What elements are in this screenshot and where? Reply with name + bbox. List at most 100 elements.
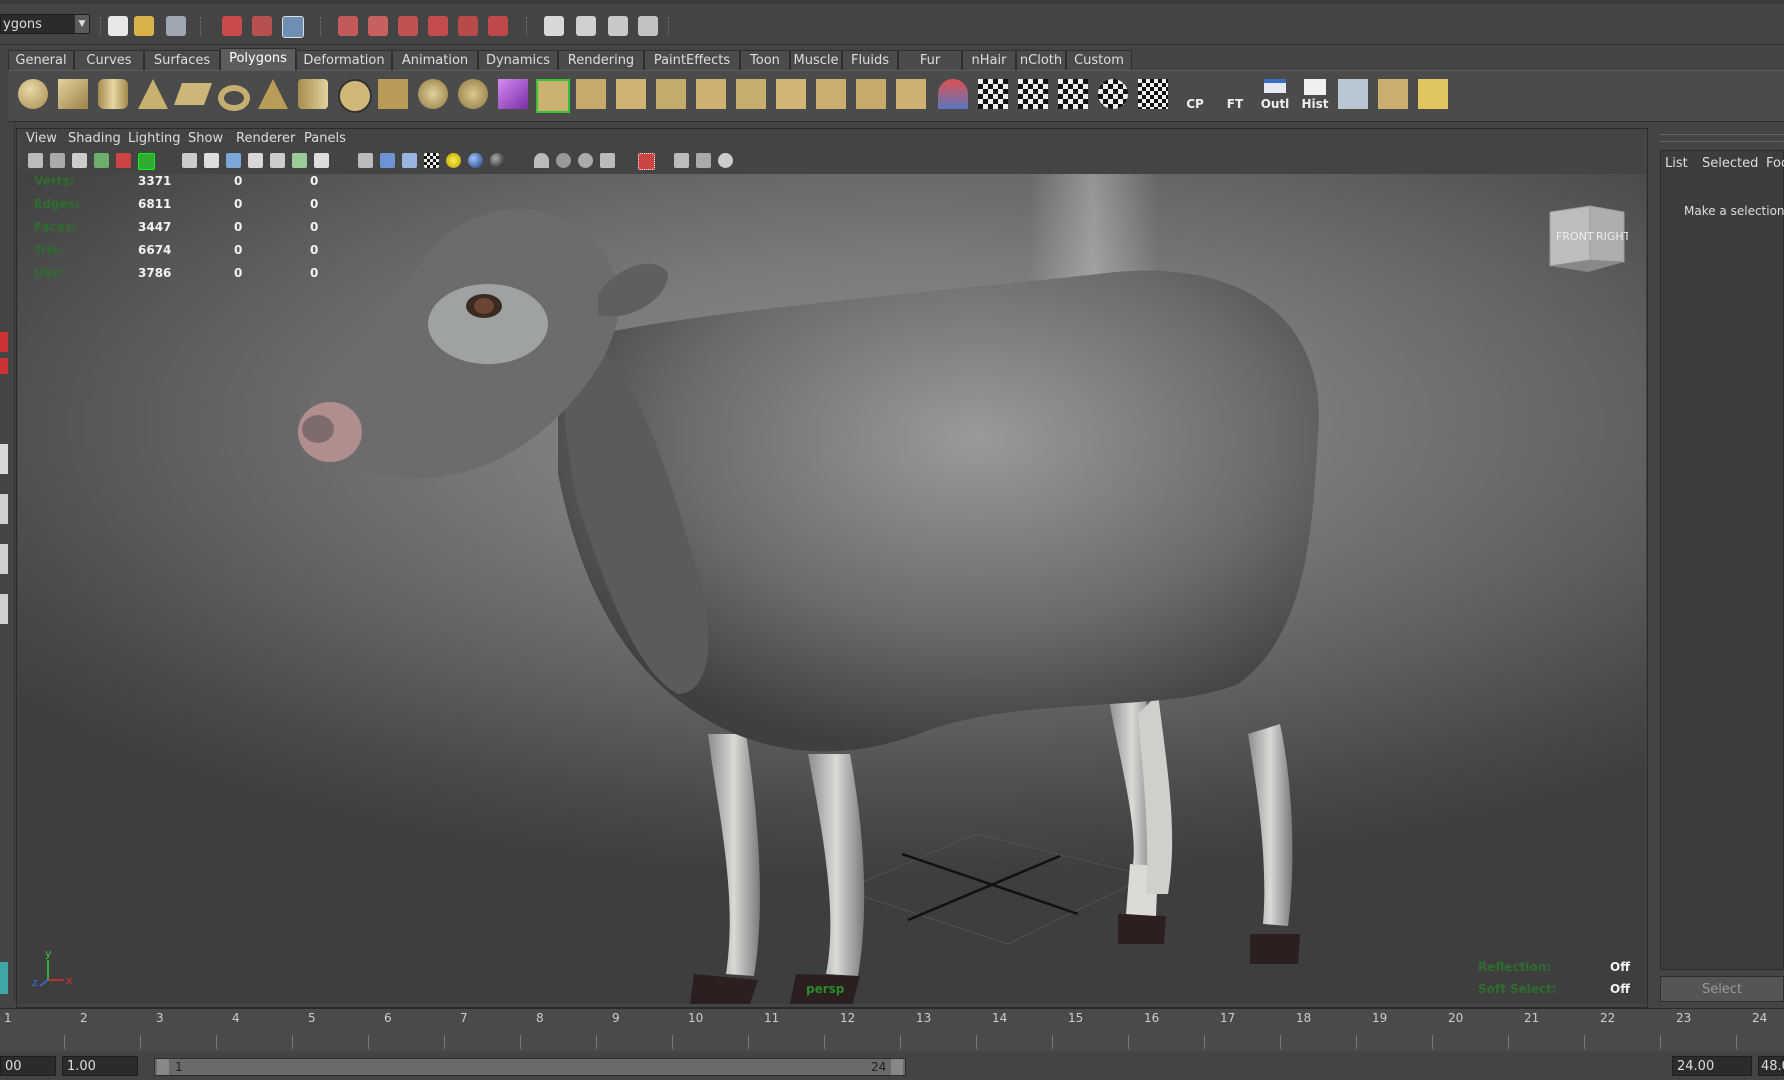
menu-selected[interactable]: Selected bbox=[1702, 156, 1758, 171]
poly-cylinder-icon[interactable] bbox=[98, 79, 128, 109]
tab-painteffects[interactable]: PaintEffects bbox=[644, 50, 740, 70]
make-live-icon[interactable] bbox=[458, 16, 478, 36]
red-tool-icon[interactable] bbox=[0, 358, 8, 374]
poly-cone-icon[interactable] bbox=[138, 79, 168, 109]
save-scene-icon[interactable] bbox=[166, 16, 186, 36]
motion-blur-icon[interactable] bbox=[578, 153, 593, 168]
menu-panels[interactable]: Panels bbox=[304, 130, 346, 148]
gate-mask-icon[interactable] bbox=[248, 153, 263, 168]
collapse-icon[interactable] bbox=[816, 79, 846, 109]
wireframe-icon[interactable] bbox=[358, 153, 373, 168]
delete-history-button[interactable]: Hist bbox=[1298, 79, 1332, 111]
two-d-pan-icon[interactable] bbox=[116, 153, 131, 168]
start-time-field[interactable]: 00 bbox=[0, 1056, 56, 1076]
high-quality-icon[interactable] bbox=[534, 153, 549, 168]
field-chart-icon[interactable] bbox=[270, 153, 285, 168]
tab-fur[interactable]: Fur bbox=[898, 50, 962, 70]
poly-helix-icon[interactable] bbox=[338, 79, 372, 113]
snap-grid-icon[interactable] bbox=[338, 16, 358, 36]
safe-title-icon[interactable] bbox=[314, 153, 329, 168]
menu-lighting[interactable]: Lighting bbox=[128, 130, 181, 148]
uv-planar-icon[interactable] bbox=[978, 79, 1008, 109]
unfold-uv-icon[interactable] bbox=[1418, 79, 1448, 109]
poly-cube-icon[interactable] bbox=[58, 79, 88, 109]
safe-action-icon[interactable] bbox=[292, 153, 307, 168]
layout-icon[interactable] bbox=[0, 544, 8, 574]
cow-model[interactable] bbox=[18, 174, 1646, 1004]
textured-icon[interactable] bbox=[424, 153, 439, 168]
range-slider[interactable]: 1 24 bbox=[154, 1058, 906, 1076]
film-gate-icon[interactable] bbox=[204, 153, 219, 168]
offset-edge-loop-icon[interactable] bbox=[736, 79, 766, 109]
select-object-icon[interactable] bbox=[252, 16, 272, 36]
default-lights-icon[interactable] bbox=[446, 153, 461, 168]
extract-icon[interactable] bbox=[458, 79, 488, 109]
camera-attributes-icon[interactable] bbox=[50, 153, 65, 168]
tab-nhair[interactable]: nHair bbox=[962, 50, 1016, 70]
xray-icon[interactable] bbox=[674, 153, 689, 168]
menu-set-dropdown[interactable]: ygons ▼ bbox=[0, 14, 90, 34]
tab-animation[interactable]: Animation bbox=[392, 50, 478, 70]
bevel-icon[interactable] bbox=[856, 79, 886, 109]
chevron-down-icon[interactable]: ▼ bbox=[75, 15, 89, 33]
tab-dynamics[interactable]: Dynamics bbox=[478, 50, 558, 70]
combine-icon[interactable] bbox=[378, 79, 408, 109]
isolate-select-icon[interactable] bbox=[638, 153, 655, 170]
image-plane-icon[interactable] bbox=[94, 153, 109, 168]
select-hierarchy-icon[interactable] bbox=[222, 16, 242, 36]
render-settings-icon[interactable] bbox=[638, 16, 658, 36]
range-start-handle[interactable] bbox=[157, 1059, 169, 1075]
menu-renderer[interactable]: Renderer bbox=[236, 130, 295, 148]
menu-focus[interactable]: Foc bbox=[1766, 156, 1784, 171]
tab-muscle[interactable]: Muscle bbox=[790, 50, 842, 70]
end-time-field[interactable]: 48.0 bbox=[1758, 1056, 1784, 1076]
time-slider[interactable]: 1 2 3 4 5 6 7 8 9 10 11 12 13 14 15 16 1… bbox=[0, 1008, 1784, 1051]
bridge-icon[interactable] bbox=[576, 79, 606, 109]
open-scene-icon[interactable] bbox=[134, 16, 154, 36]
grid-icon[interactable] bbox=[182, 153, 197, 168]
separate-icon[interactable] bbox=[418, 79, 448, 109]
tab-curves[interactable]: Curves bbox=[74, 50, 144, 70]
ipr-render-icon[interactable] bbox=[608, 16, 628, 36]
resolution-gate-icon[interactable] bbox=[226, 153, 241, 168]
sculpt-icon[interactable] bbox=[938, 79, 968, 109]
layout-icon[interactable] bbox=[0, 444, 8, 474]
reverse-normals-icon[interactable] bbox=[896, 79, 926, 109]
menu-shading[interactable]: Shading bbox=[68, 130, 121, 148]
tab-deformation[interactable]: Deformation bbox=[296, 50, 392, 70]
playback-end-field[interactable]: 24.00 bbox=[1672, 1056, 1752, 1076]
poly-plane-icon[interactable] bbox=[173, 83, 213, 105]
xray-joints-icon[interactable] bbox=[696, 153, 711, 168]
extrude-icon[interactable] bbox=[536, 79, 570, 113]
render-view-icon[interactable] bbox=[544, 16, 564, 36]
uv-cylindrical-icon[interactable] bbox=[1018, 79, 1048, 109]
playback-start-field[interactable]: 1.00 bbox=[62, 1056, 138, 1076]
center-pivot-button[interactable]: CP bbox=[1178, 79, 1212, 111]
magnet-icon[interactable] bbox=[488, 16, 508, 36]
menu-view[interactable]: View bbox=[26, 130, 57, 148]
tab-rendering[interactable]: Rendering bbox=[558, 50, 644, 70]
outliner-button[interactable]: Outl bbox=[1258, 79, 1292, 111]
snap-point-icon[interactable] bbox=[398, 16, 418, 36]
split-polygon-icon[interactable] bbox=[656, 79, 686, 109]
menu-show[interactable]: Show bbox=[188, 130, 223, 148]
render-current-frame-icon[interactable] bbox=[576, 16, 596, 36]
uv-editor-icon[interactable] bbox=[1138, 79, 1168, 109]
tab-toon[interactable]: Toon bbox=[740, 50, 790, 70]
insert-edge-loop-icon[interactable] bbox=[696, 79, 726, 109]
new-scene-icon[interactable] bbox=[108, 16, 128, 36]
tab-ncloth[interactable]: nCloth bbox=[1016, 50, 1066, 70]
tab-general[interactable]: General bbox=[8, 50, 74, 70]
poly-torus-icon[interactable] bbox=[218, 85, 250, 111]
all-lights-icon[interactable] bbox=[468, 153, 483, 168]
red-tool-icon[interactable] bbox=[0, 332, 8, 352]
smooth-shade-icon[interactable] bbox=[380, 153, 395, 168]
tab-fluids[interactable]: Fluids bbox=[842, 50, 898, 70]
shadows-icon[interactable] bbox=[490, 153, 505, 168]
perspective-viewport[interactable]: Verts: 3371 0 0 Edges: 6811 0 0 Faces: 3… bbox=[18, 174, 1646, 1004]
wireframe-on-shaded-icon[interactable] bbox=[402, 153, 417, 168]
menu-list[interactable]: List bbox=[1665, 156, 1688, 171]
merge-icon[interactable] bbox=[776, 79, 806, 109]
snap-view-plane-icon[interactable] bbox=[428, 16, 448, 36]
select-camera-icon[interactable] bbox=[28, 153, 43, 168]
